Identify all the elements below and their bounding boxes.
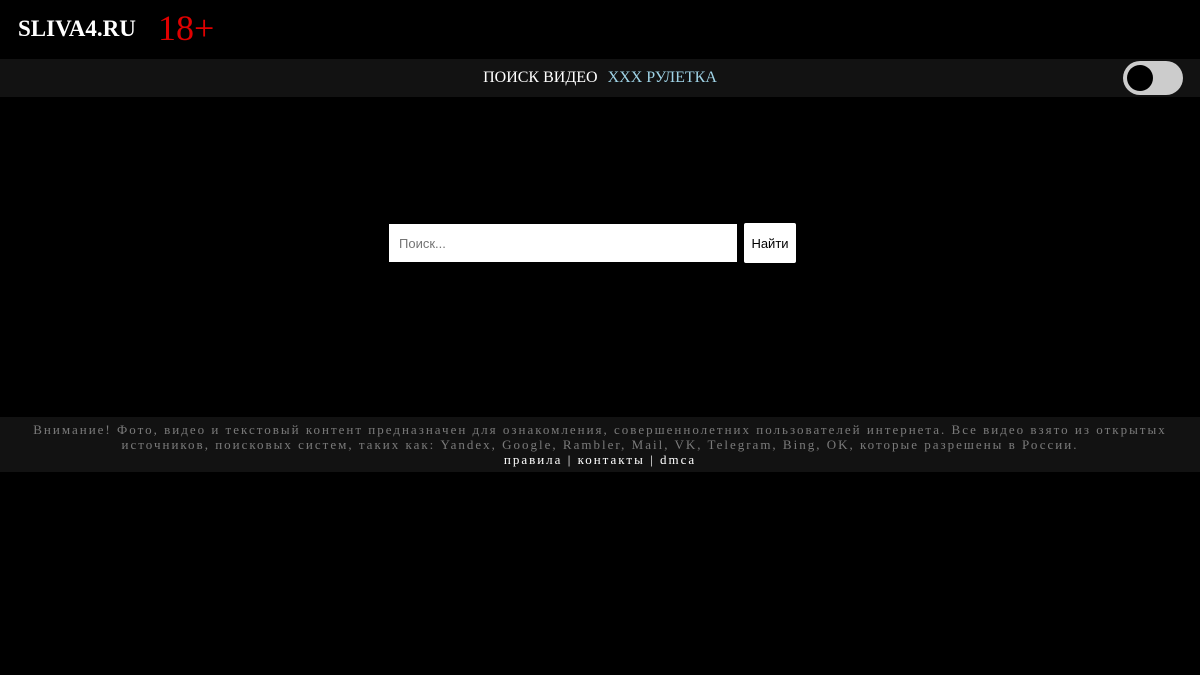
footer-link-contacts[interactable]: контакты (578, 452, 645, 467)
footer-link-rules[interactable]: правила (504, 452, 563, 467)
nav-item-xxx-roulette[interactable]: XXX РУЛЕТКА (608, 69, 717, 87)
age-badge: 18+ (158, 8, 215, 48)
nav-links: ПОИСК ВИДЕО XXX РУЛЕТКА (0, 59, 1200, 97)
search-input[interactable] (389, 224, 737, 262)
footer-separator: | (650, 452, 655, 467)
nav-item-video-search[interactable]: ПОИСК ВИДЕО (483, 69, 597, 87)
footer-links: правила | контакты | dmca (0, 452, 1200, 467)
theme-toggle[interactable] (1123, 61, 1183, 95)
toggle-knob (1127, 65, 1153, 91)
site-footer: Внимание! Фото, видео и текстовый контен… (0, 417, 1200, 472)
site-logo[interactable]: SLIVA4.RU (18, 16, 136, 42)
nav-bar: ПОИСК ВИДЕО XXX РУЛЕТКА (0, 59, 1200, 97)
main-content: Найти (0, 97, 1200, 417)
search-button[interactable]: Найти (744, 223, 796, 263)
footer-disclaimer: Внимание! Фото, видео и текстовый контен… (33, 422, 1167, 452)
footer-link-dmca[interactable]: dmca (660, 452, 696, 467)
site-header: SLIVA4.RU 18+ (0, 0, 1200, 59)
footer-separator: | (567, 452, 573, 467)
